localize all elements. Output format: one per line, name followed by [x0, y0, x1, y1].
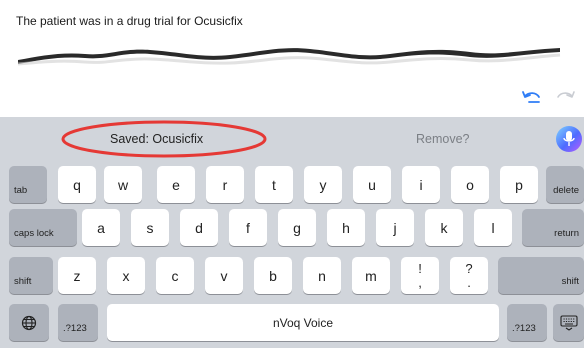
- key-v[interactable]: v: [205, 257, 243, 294]
- key-n[interactable]: n: [303, 257, 341, 294]
- globe-icon[interactable]: [9, 304, 49, 341]
- key-r[interactable]: r: [206, 166, 244, 203]
- undo-icon[interactable]: [521, 88, 543, 108]
- key-exclamation-label: !: [418, 260, 422, 276]
- space-bar[interactable]: nVoq Voice: [107, 304, 499, 341]
- saved-word-suggestion[interactable]: Saved: Ocusicfix: [110, 132, 203, 146]
- remove-suggestion[interactable]: Remove?: [416, 132, 470, 146]
- key-s[interactable]: s: [131, 209, 169, 246]
- key-comma-label: ,: [418, 274, 422, 290]
- shift-key-right[interactable]: shift: [498, 257, 584, 294]
- torn-edge-divider: [17, 48, 561, 66]
- document-text[interactable]: The patient was in a drug trial for Ocus…: [16, 14, 243, 28]
- key-t[interactable]: t: [255, 166, 293, 203]
- key-d[interactable]: d: [180, 209, 218, 246]
- key-i[interactable]: i: [402, 166, 440, 203]
- caps-lock-key[interactable]: caps lock: [9, 209, 77, 246]
- shift-key-left[interactable]: shift: [9, 257, 53, 294]
- key-z[interactable]: z: [58, 257, 96, 294]
- key-a[interactable]: a: [82, 209, 120, 246]
- delete-key[interactable]: delete: [546, 166, 584, 203]
- numbers-key-right[interactable]: .?123: [507, 304, 547, 341]
- key-period-label: .: [467, 274, 471, 290]
- key-question-period[interactable]: ? .: [450, 257, 488, 294]
- key-u[interactable]: u: [353, 166, 391, 203]
- key-k[interactable]: k: [425, 209, 463, 246]
- key-m[interactable]: m: [352, 257, 390, 294]
- tab-key[interactable]: tab: [9, 166, 47, 203]
- numbers-key-left[interactable]: .?123: [58, 304, 98, 341]
- document-area[interactable]: The patient was in a drug trial for Ocus…: [0, 0, 584, 117]
- redo-icon[interactable]: [554, 88, 576, 108]
- key-f[interactable]: f: [229, 209, 267, 246]
- key-c[interactable]: c: [156, 257, 194, 294]
- key-h[interactable]: h: [327, 209, 365, 246]
- key-w[interactable]: w: [104, 166, 142, 203]
- on-screen-keyboard: Saved: Ocusicfix Remove? tab q w e r t y…: [0, 117, 584, 348]
- key-p[interactable]: p: [500, 166, 538, 203]
- key-y[interactable]: y: [304, 166, 342, 203]
- key-question-label: ?: [465, 260, 473, 276]
- key-b[interactable]: b: [254, 257, 292, 294]
- key-j[interactable]: j: [376, 209, 414, 246]
- key-x[interactable]: x: [107, 257, 145, 294]
- key-l[interactable]: l: [474, 209, 512, 246]
- key-g[interactable]: g: [278, 209, 316, 246]
- key-exclamation-comma[interactable]: ! ,: [401, 257, 439, 294]
- microphone-icon[interactable]: [556, 126, 582, 152]
- keyboard-dismiss-icon[interactable]: [553, 304, 584, 341]
- key-q[interactable]: q: [58, 166, 96, 203]
- key-e[interactable]: e: [157, 166, 195, 203]
- key-o[interactable]: o: [451, 166, 489, 203]
- predictive-text-bar: Saved: Ocusicfix Remove?: [0, 117, 584, 161]
- return-key[interactable]: return: [522, 209, 584, 246]
